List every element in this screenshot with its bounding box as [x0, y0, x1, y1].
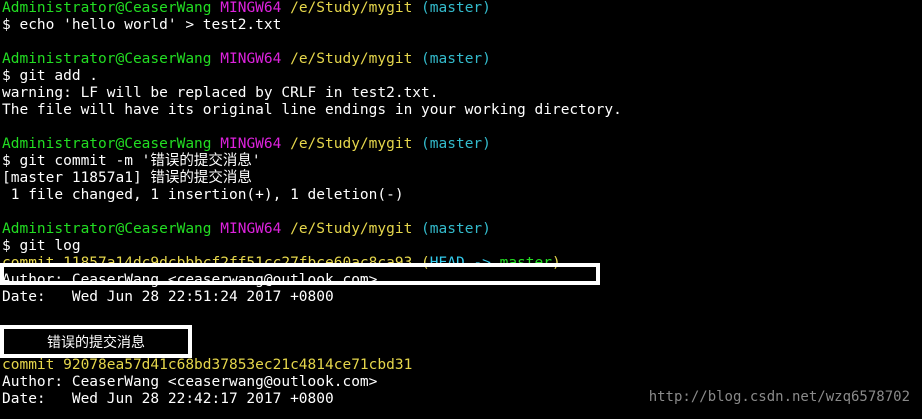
prompt-path: /e/Study/mygit: [290, 221, 413, 237]
prompt-line: Administrator@CeaserWang MINGW64 /e/Stud…: [2, 221, 920, 238]
commit-hash: commit 92078ea57d41c68bd37853ec21c4814ce…: [2, 357, 413, 373]
command-line: $ git log: [2, 238, 81, 254]
commit-hash-line: commit 92078ea57d41c68bd37853ec21c4814ce…: [2, 357, 920, 374]
output-line: [master 11857a1] 错误的提交消息: [2, 170, 252, 186]
command-line: $ echo 'hello world' > test2.txt: [2, 17, 282, 33]
commit-message: 错误的提交消息: [47, 334, 145, 351]
prompt-branch: (master): [421, 136, 491, 152]
output-line: warning: LF will be replaced by CRLF in …: [2, 85, 439, 101]
prompt-host: MINGW64: [220, 221, 282, 237]
highlight-box-message: 错误的提交消息: [0, 325, 192, 358]
prompt-user: Administrator@CeaserWang: [2, 136, 212, 152]
prompt-line: Administrator@CeaserWang MINGW64 /e/Stud…: [2, 51, 920, 68]
prompt-user: Administrator@CeaserWang: [2, 0, 212, 16]
command-line: $ git commit -m '错误的提交消息': [2, 153, 261, 169]
prompt-host: MINGW64: [220, 0, 282, 16]
output-line: 1 file changed, 1 insertion(+), 1 deleti…: [2, 187, 404, 203]
highlight-box-commit: [0, 263, 600, 285]
prompt-path: /e/Study/mygit: [290, 136, 413, 152]
command-line: $ git add .: [2, 68, 99, 84]
prompt-host: MINGW64: [220, 51, 282, 67]
prompt-line: Administrator@CeaserWang MINGW64 /e/Stud…: [2, 136, 920, 153]
prompt-user: Administrator@CeaserWang: [2, 221, 212, 237]
prompt-branch: (master): [421, 221, 491, 237]
watermark: http://blog.csdn.net/wzq6578702: [648, 389, 910, 405]
output-line: The file will have its original line end…: [2, 102, 622, 118]
prompt-path: /e/Study/mygit: [290, 51, 413, 67]
prompt-host: MINGW64: [220, 136, 282, 152]
prompt-user: Administrator@CeaserWang: [2, 51, 212, 67]
prompt-line: Administrator@CeaserWang MINGW64 /e/Stud…: [2, 0, 920, 17]
prompt-path: /e/Study/mygit: [290, 0, 413, 16]
prompt-branch: (master): [421, 51, 491, 67]
prompt-branch: (master): [421, 0, 491, 16]
commit-date: Date: Wed Jun 28 22:51:24 2017 +0800: [2, 289, 334, 305]
